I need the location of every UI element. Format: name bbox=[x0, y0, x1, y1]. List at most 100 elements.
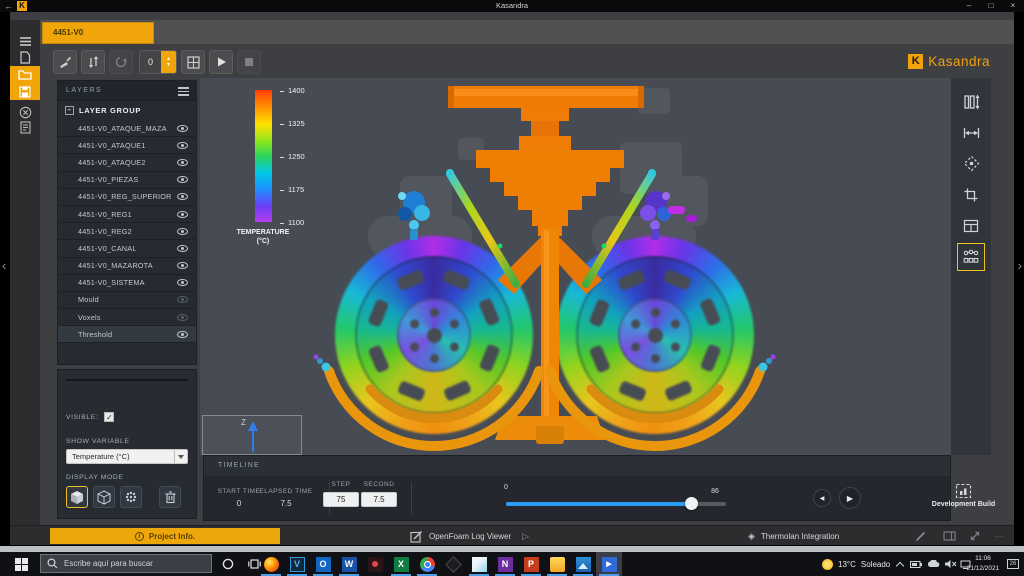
sort-arrows-button[interactable] bbox=[81, 50, 105, 74]
layer-row[interactable]: Voxels bbox=[58, 309, 196, 326]
collapse-group-icon[interactable]: – bbox=[65, 106, 74, 115]
log-script-icon[interactable] bbox=[13, 119, 37, 136]
paint-brush-button[interactable] bbox=[53, 50, 77, 74]
visibility-eye-icon[interactable] bbox=[177, 314, 188, 321]
play-simulation-button[interactable] bbox=[209, 50, 233, 74]
paint3d-icon[interactable] bbox=[466, 552, 492, 576]
minimize-button[interactable]: – bbox=[958, 0, 980, 12]
visibility-eye-icon[interactable] bbox=[177, 125, 188, 132]
crop-button[interactable] bbox=[951, 179, 991, 210]
iteration-spinner[interactable]: 0 ▲▼ bbox=[139, 50, 177, 74]
viewport-3d[interactable]: 1400 1325 1250 1175 1100 TEMPERATURE(°C)… bbox=[200, 78, 951, 455]
visibility-eye-icon[interactable] bbox=[177, 211, 188, 218]
openfoam-log-button[interactable]: OpenFoam Log Viewer bbox=[410, 526, 511, 546]
table-view-button[interactable] bbox=[951, 210, 991, 241]
layer-row[interactable]: 4451-V0_REG_SUPERIOR bbox=[58, 189, 196, 206]
layer-group-row[interactable]: – LAYER GROUP bbox=[58, 101, 196, 120]
visibility-eye-icon[interactable] bbox=[177, 245, 188, 252]
restore-button[interactable]: □ bbox=[980, 0, 1002, 12]
onedrive-cloud-icon[interactable] bbox=[925, 552, 941, 576]
pan-move-button[interactable] bbox=[951, 148, 991, 179]
visibility-eye-icon[interactable] bbox=[177, 176, 188, 183]
edit-pencil-icon[interactable] bbox=[915, 526, 927, 546]
tab-project[interactable]: 4451-V0 bbox=[42, 22, 154, 44]
visibility-eye-icon[interactable] bbox=[177, 193, 188, 200]
display-solid-button[interactable] bbox=[66, 486, 88, 508]
notification-center-icon[interactable]: 26 bbox=[1004, 552, 1022, 576]
onenote-icon[interactable]: N bbox=[492, 552, 518, 576]
chevron-down-icon[interactable] bbox=[174, 450, 187, 463]
thermolan-integration-button[interactable]: ◈ Thermolan Integration bbox=[748, 526, 839, 546]
fit-width-button[interactable] bbox=[951, 117, 991, 148]
visibility-eye-icon[interactable] bbox=[177, 228, 188, 235]
layer-row[interactable]: 4451-V0_MAZAROTA bbox=[58, 258, 196, 275]
layer-row[interactable]: 4451-V0_ATAQUE2 bbox=[58, 154, 196, 171]
display-voxels-button[interactable] bbox=[120, 486, 142, 508]
delete-trash-button[interactable] bbox=[159, 486, 181, 508]
save-icon[interactable] bbox=[10, 83, 40, 100]
timeline-slider-thumb[interactable] bbox=[685, 497, 698, 510]
expand-icon[interactable] bbox=[969, 526, 981, 546]
chrome-icon[interactable] bbox=[414, 552, 440, 576]
inkscape-icon[interactable] bbox=[440, 552, 466, 576]
grid-view-button[interactable] bbox=[181, 50, 205, 74]
visibility-eye-icon[interactable] bbox=[177, 296, 188, 303]
firefox-icon[interactable] bbox=[258, 552, 284, 576]
battery-icon[interactable] bbox=[908, 552, 924, 576]
fit-height-button[interactable] bbox=[951, 86, 991, 117]
layer-row[interactable]: 4451-V0_ATAQUE_MAZA bbox=[58, 120, 196, 137]
weather-widget[interactable]: 13°C Soleado bbox=[822, 552, 890, 576]
layer-row[interactable]: 4451-V0_PIEZAS bbox=[58, 172, 196, 189]
camera-app-icon[interactable] bbox=[362, 552, 388, 576]
stop-simulation-button[interactable] bbox=[237, 50, 261, 74]
node-graph-button-selected[interactable] bbox=[951, 241, 991, 272]
file-explorer-icon[interactable] bbox=[544, 552, 570, 576]
layer-row-selected[interactable]: Threshold bbox=[58, 326, 196, 343]
variable-select[interactable]: Temperature (°C) bbox=[66, 449, 188, 464]
open-folder-icon[interactable] bbox=[10, 66, 40, 83]
tray-expand-icon[interactable] bbox=[893, 552, 907, 576]
layer-row[interactable]: 4451-V0_REG1 bbox=[58, 206, 196, 223]
run-log-icon[interactable]: ▷ bbox=[522, 526, 529, 546]
new-document-icon[interactable] bbox=[13, 49, 37, 66]
visible-checkbox[interactable]: ✓ bbox=[104, 412, 114, 422]
photos-icon[interactable] bbox=[570, 552, 596, 576]
refresh-button[interactable] bbox=[109, 50, 133, 74]
video-player-icon[interactable]: ▶ bbox=[596, 552, 622, 576]
layer-row[interactable]: 4451-V0_SISTEMA bbox=[58, 275, 196, 292]
layer-row[interactable]: 4451-V0_CANAL bbox=[58, 240, 196, 257]
visibility-eye-icon[interactable] bbox=[177, 279, 188, 286]
outlook-icon[interactable]: O bbox=[310, 552, 336, 576]
menu-icon[interactable] bbox=[13, 33, 37, 50]
volume-muted-icon[interactable] bbox=[942, 552, 958, 576]
v-app-icon[interactable]: V bbox=[284, 552, 310, 576]
search-input[interactable] bbox=[64, 559, 194, 568]
step-input[interactable] bbox=[323, 492, 359, 507]
visibility-eye-icon[interactable] bbox=[177, 142, 188, 149]
project-info-button[interactable]: i Project Info. bbox=[50, 528, 280, 544]
excel-icon[interactable]: X bbox=[388, 552, 414, 576]
more-options-icon[interactable]: ⋯ bbox=[994, 526, 1003, 546]
layer-row[interactable]: 4451-V0_REG2 bbox=[58, 223, 196, 240]
word-icon[interactable]: W bbox=[336, 552, 362, 576]
carousel-right-icon[interactable]: › bbox=[1018, 258, 1022, 273]
powerpoint-icon[interactable]: P bbox=[518, 552, 544, 576]
visibility-eye-icon[interactable] bbox=[177, 262, 188, 269]
visibility-eye-icon[interactable] bbox=[177, 331, 188, 338]
visibility-eye-icon[interactable] bbox=[177, 159, 188, 166]
layers-menu-icon[interactable] bbox=[178, 87, 189, 98]
carousel-left-icon[interactable]: ‹ bbox=[2, 258, 6, 273]
spinner-arrows-icon[interactable]: ▲▼ bbox=[161, 51, 176, 73]
second-input[interactable] bbox=[361, 492, 397, 507]
panel-toggle-icon[interactable] bbox=[943, 526, 956, 546]
start-button[interactable] bbox=[8, 552, 34, 576]
cortana-icon[interactable] bbox=[216, 552, 240, 576]
layer-row[interactable]: 4451-V0_ATAQUE1 bbox=[58, 137, 196, 154]
layer-row[interactable]: Mould bbox=[58, 292, 196, 309]
close-button[interactable]: × bbox=[1002, 0, 1024, 12]
play-button[interactable]: ▶ bbox=[839, 487, 861, 509]
display-wireframe-button[interactable] bbox=[93, 486, 115, 508]
taskbar-search[interactable] bbox=[40, 554, 212, 573]
rewind-button[interactable]: ◀ bbox=[813, 489, 831, 507]
taskbar-clock[interactable]: 11:06 21/12/2021 bbox=[962, 554, 1004, 574]
